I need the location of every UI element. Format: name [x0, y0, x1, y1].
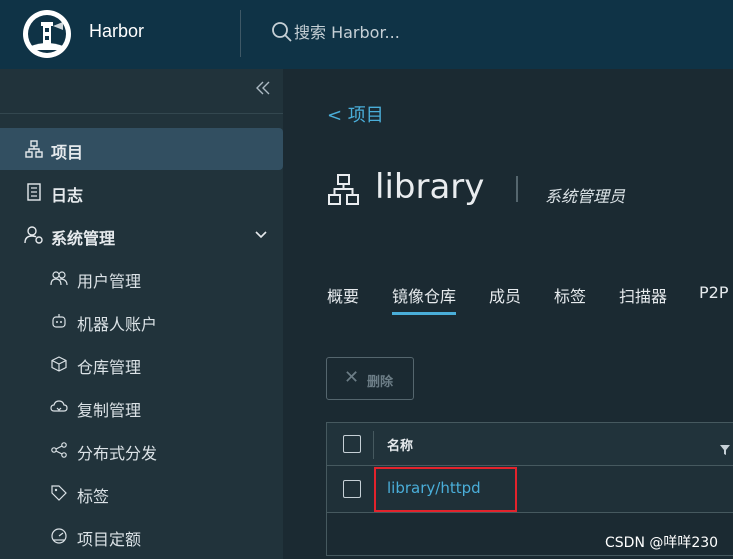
tag-icon	[50, 484, 68, 502]
tab-p2p[interactable]: P2P	[699, 283, 728, 315]
sidebar-subitem-quotas[interactable]: 项目定额	[0, 516, 283, 556]
sidebar-item-projects[interactable]: 项目	[0, 128, 283, 170]
delete-button-label: 删除	[367, 374, 394, 389]
sidebar-subitem-label: 机器人账户	[77, 315, 158, 334]
highlight-annotation-box	[374, 467, 517, 512]
main-content: < 项目 library 系统管理员 概要 镜像仓库 成员 标签 扫描器 P2P…	[283, 69, 733, 559]
sidebar-subitem-distribution[interactable]: 分布式分发	[0, 430, 283, 470]
users-icon	[50, 269, 68, 287]
watermark: CSDN @咩咩230	[605, 535, 719, 551]
select-all-checkbox[interactable]	[343, 435, 361, 453]
column-separator	[373, 431, 374, 459]
chevron-down-icon[interactable]	[252, 226, 270, 244]
sidebar-subitem-users[interactable]: 用户管理	[0, 258, 283, 298]
sidebar-subitem-label: 仓库管理	[77, 358, 142, 377]
tab-labels[interactable]: 标签	[554, 283, 586, 315]
cloud-replicate-icon	[50, 398, 68, 416]
double-chevron-left-icon[interactable]	[252, 79, 274, 101]
sidebar-item-admin[interactable]: 系统管理	[0, 214, 283, 256]
share-icon	[50, 441, 68, 459]
project-icon	[24, 139, 44, 159]
harbor-logo-icon[interactable]	[23, 10, 71, 58]
project-icon	[327, 173, 360, 206]
log-icon	[24, 182, 44, 202]
app-title[interactable]: Harbor	[89, 21, 144, 42]
search-icon[interactable]	[270, 20, 294, 44]
sidebar-subitem-label: 复制管理	[77, 401, 142, 420]
sidebar-subitem-label: 分布式分发	[77, 444, 158, 463]
filter-icon[interactable]	[719, 441, 731, 455]
sidebar-item-label: 项目	[51, 143, 84, 162]
row-checkbox[interactable]	[343, 480, 361, 498]
delete-button[interactable]: ✕ 删除	[326, 357, 414, 400]
tab-summary[interactable]: 概要	[327, 283, 359, 315]
box-icon	[50, 355, 68, 373]
header-divider	[240, 10, 241, 57]
role-label: 系统管理员	[545, 187, 626, 206]
sidebar: 项目 日志 系统管理 用户管理 机器人账户 仓库管理 复制管理 分布式分发 标签…	[0, 69, 283, 559]
sidebar-subitem-labels[interactable]: 标签	[0, 473, 283, 513]
sidebar-item-label: 系统管理	[51, 229, 116, 248]
sidebar-subitem-robots[interactable]: 机器人账户	[0, 301, 283, 341]
close-icon: ✕	[344, 367, 360, 387]
table-header: 名称	[327, 423, 733, 466]
tab-members[interactable]: 成员	[489, 283, 521, 315]
app-header: Harbor	[0, 0, 733, 69]
table-row[interactable]: library/httpd	[327, 466, 733, 513]
page-title: library	[375, 167, 485, 207]
admin-icon	[24, 225, 44, 245]
search-input[interactable]	[294, 19, 594, 45]
tab-repositories[interactable]: 镜像仓库	[392, 283, 457, 315]
sidebar-subitem-label: 项目定额	[77, 530, 142, 549]
title-divider	[516, 176, 518, 202]
robot-icon	[50, 312, 68, 330]
column-header-name[interactable]: 名称	[387, 435, 413, 454]
sidebar-subitem-label: 标签	[77, 487, 110, 506]
sidebar-item-logs[interactable]: 日志	[0, 171, 283, 213]
sidebar-item-label: 日志	[51, 186, 84, 205]
sidebar-separator	[0, 113, 283, 114]
sidebar-subitem-replications[interactable]: 复制管理	[0, 387, 283, 427]
back-to-projects-link[interactable]: < 项目	[327, 101, 384, 127]
dashboard-icon	[50, 527, 68, 545]
project-tabs: 概要 镜像仓库 成员 标签 扫描器 P2P	[327, 283, 733, 315]
tab-scanner[interactable]: 扫描器	[619, 283, 667, 315]
sidebar-subitem-registries[interactable]: 仓库管理	[0, 344, 283, 384]
sidebar-subitem-label: 用户管理	[77, 272, 142, 291]
